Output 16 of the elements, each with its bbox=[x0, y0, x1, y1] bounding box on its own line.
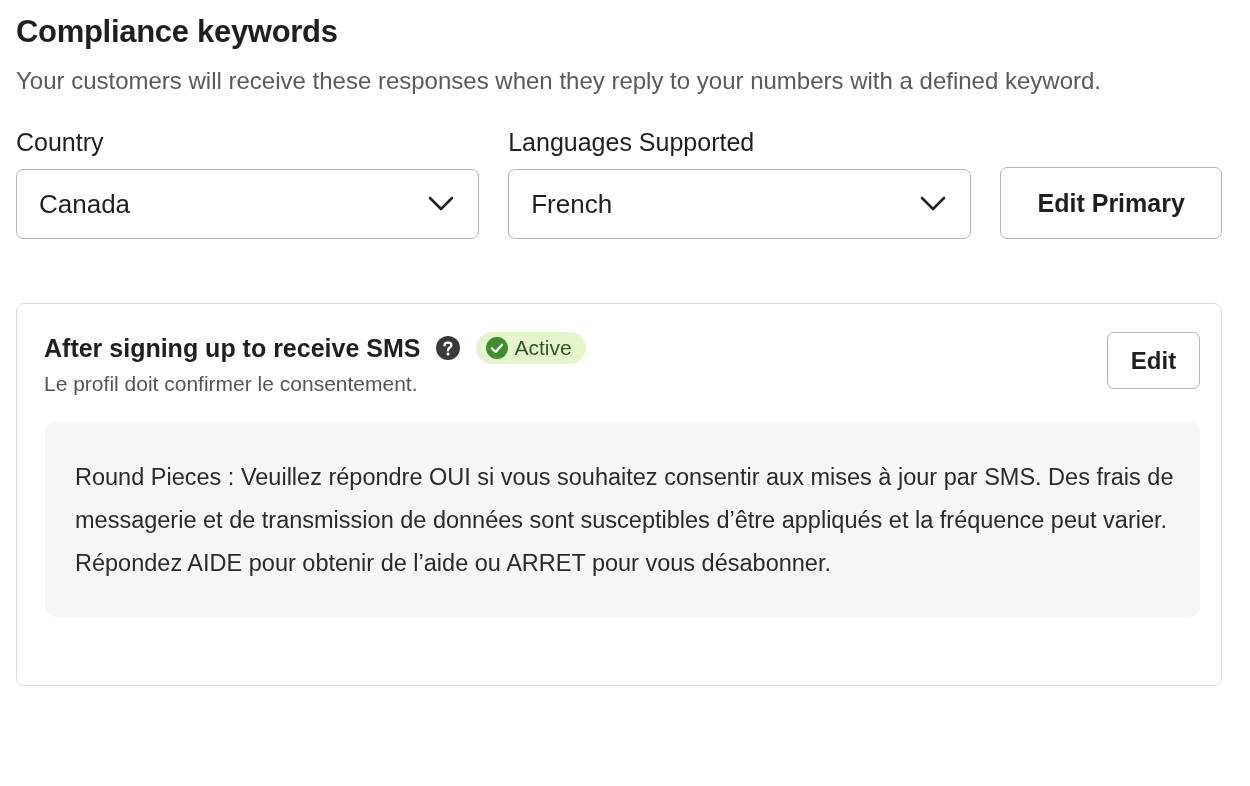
card-title: After signing up to receive SMS bbox=[44, 333, 421, 363]
chevron-down-icon bbox=[428, 196, 455, 212]
page-description: Your customers will receive these responses when they reply to your numbers with a defined keyword. bbox=[16, 66, 1102, 96]
card-subtitle: Le profil doit confirmer le consentement. bbox=[44, 372, 419, 396]
dropdown[interactable]: French bbox=[508, 169, 972, 239]
dropdown[interactable]: Canada bbox=[16, 169, 480, 239]
chevron-down-icon bbox=[920, 196, 947, 212]
status-badge: Active bbox=[476, 332, 586, 364]
help-icon[interactable] bbox=[436, 336, 461, 360]
message-text: Round Pieces : Veuillez répondre OUI si vous souhaitez consentir aux mises à jour par SMS. Des frais de messagerie et de transmission de données sont susceptibles d’être appliqués et la fréquence peut varier. Répondez AIDE pour obtenir de l’aide ou ARRET pour vous désabonner. bbox=[45, 422, 1200, 617]
page-title: Compliance keywords bbox=[16, 14, 338, 50]
field-label: Country bbox=[16, 128, 104, 157]
check-circle-icon bbox=[486, 337, 509, 359]
field-label: Languages Supported bbox=[508, 128, 755, 157]
edit-primary-button[interactable]: Edit Primary bbox=[1000, 167, 1222, 239]
edit-button[interactable]: Edit bbox=[1107, 332, 1200, 389]
